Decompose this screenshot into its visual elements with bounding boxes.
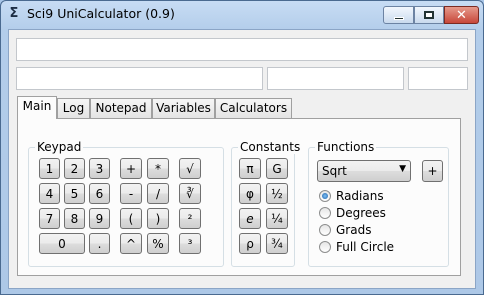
title-bar[interactable]: Σ Sci9 UniCalculator (0.9) ✕ bbox=[1, 1, 483, 27]
radio-full-circle-label: Full Circle bbox=[336, 240, 395, 254]
key-multiply-button[interactable]: * bbox=[147, 158, 169, 179]
function-select-value: Sqrt bbox=[322, 164, 347, 178]
key-percent-button[interactable]: % bbox=[147, 233, 169, 254]
key-divide-button[interactable]: / bbox=[147, 183, 169, 204]
key-3-button[interactable]: 3 bbox=[89, 158, 110, 179]
key-close-paren-button[interactable]: ) bbox=[147, 208, 169, 229]
key-0-button[interactable]: 0 bbox=[39, 233, 85, 254]
maximize-button[interactable] bbox=[414, 6, 444, 24]
maximize-icon bbox=[424, 11, 434, 19]
radio-full-circle[interactable]: Full Circle bbox=[319, 239, 394, 255]
const-three-quarters-button[interactable]: ¾ bbox=[266, 233, 288, 254]
tab-main[interactable]: Main bbox=[17, 96, 57, 119]
client-area: Main Log Notepad Variables Calculators K… bbox=[8, 29, 476, 289]
close-icon: ✕ bbox=[456, 7, 467, 23]
minimize-button[interactable] bbox=[383, 6, 414, 24]
const-rho-button[interactable]: ρ bbox=[239, 233, 261, 254]
key-4-button[interactable]: 4 bbox=[39, 183, 60, 204]
radio-grads-indicator[interactable] bbox=[319, 224, 331, 236]
const-phi-button[interactable]: φ bbox=[239, 183, 261, 204]
radio-radians-label: Radians bbox=[336, 189, 384, 203]
key-9-button[interactable]: 9 bbox=[89, 208, 110, 229]
const-half-button[interactable]: ½ bbox=[266, 183, 288, 204]
functions-group-title: Functions bbox=[315, 140, 377, 154]
key-cbrt-button[interactable]: ∛ bbox=[179, 183, 201, 204]
key-plus-button[interactable]: + bbox=[120, 158, 142, 179]
close-button[interactable]: ✕ bbox=[444, 6, 479, 24]
key-5-button[interactable]: 5 bbox=[64, 183, 85, 204]
quaternary-display-input[interactable] bbox=[408, 67, 468, 90]
main-display-input[interactable] bbox=[16, 38, 468, 61]
const-g-button[interactable]: G bbox=[266, 158, 288, 179]
tab-variables[interactable]: Variables bbox=[152, 98, 215, 118]
const-quarter-button[interactable]: ¼ bbox=[266, 208, 288, 229]
key-decimal-button[interactable]: . bbox=[89, 233, 110, 254]
radio-degrees-label: Degrees bbox=[336, 206, 386, 220]
function-select[interactable]: Sqrt ▼ bbox=[317, 160, 411, 182]
window-title: Sci9 UniCalculator (0.9) bbox=[27, 6, 175, 21]
radio-full-circle-indicator[interactable] bbox=[319, 241, 331, 253]
radio-radians[interactable]: Radians bbox=[319, 188, 384, 204]
radio-grads-label: Grads bbox=[336, 223, 372, 237]
radio-degrees[interactable]: Degrees bbox=[319, 205, 386, 221]
main-tab-panel: Keypad 1 2 3 + * √ 4 5 6 - / ∛ 7 8 9 ( )… bbox=[17, 118, 461, 276]
chevron-down-icon: ▼ bbox=[399, 164, 406, 174]
tab-notepad[interactable]: Notepad bbox=[90, 98, 152, 118]
key-6-button[interactable]: 6 bbox=[89, 183, 110, 204]
key-1-button[interactable]: 1 bbox=[39, 158, 60, 179]
key-power-button[interactable]: ^ bbox=[120, 233, 142, 254]
key-sqrt-button[interactable]: √ bbox=[179, 158, 201, 179]
radio-grads[interactable]: Grads bbox=[319, 222, 371, 238]
tab-log[interactable]: Log bbox=[57, 98, 90, 118]
key-8-button[interactable]: 8 bbox=[64, 208, 85, 229]
key-square-button[interactable]: ² bbox=[179, 208, 201, 229]
constants-group-title: Constants bbox=[238, 140, 303, 154]
keypad-group-title: Keypad bbox=[35, 140, 84, 154]
radio-radians-indicator[interactable] bbox=[319, 190, 331, 202]
key-7-button[interactable]: 7 bbox=[39, 208, 60, 229]
key-2-button[interactable]: 2 bbox=[64, 158, 85, 179]
radio-degrees-indicator[interactable] bbox=[319, 207, 331, 219]
key-cube-button[interactable]: ³ bbox=[179, 233, 201, 254]
functions-group: Functions Sqrt ▼ + Radians Degrees Grads bbox=[308, 140, 449, 267]
minimize-icon bbox=[393, 16, 404, 20]
constants-group: Constants π G φ ½ e ¼ ρ ¾ bbox=[231, 140, 303, 267]
app-window: Σ Sci9 UniCalculator (0.9) ✕ Main Log No… bbox=[0, 0, 484, 295]
keypad-group: Keypad 1 2 3 + * √ 4 5 6 - / ∛ 7 8 9 ( )… bbox=[28, 140, 224, 267]
key-open-paren-button[interactable]: ( bbox=[120, 208, 142, 229]
const-e-button[interactable]: e bbox=[239, 208, 261, 229]
tab-calculators[interactable]: Calculators bbox=[215, 98, 292, 118]
const-pi-button[interactable]: π bbox=[239, 158, 261, 179]
key-minus-button[interactable]: - bbox=[120, 183, 142, 204]
sigma-app-icon: Σ bbox=[9, 6, 19, 21]
secondary-display-input[interactable] bbox=[16, 67, 263, 90]
add-function-button[interactable]: + bbox=[422, 160, 443, 182]
tertiary-display-input[interactable] bbox=[267, 67, 404, 90]
